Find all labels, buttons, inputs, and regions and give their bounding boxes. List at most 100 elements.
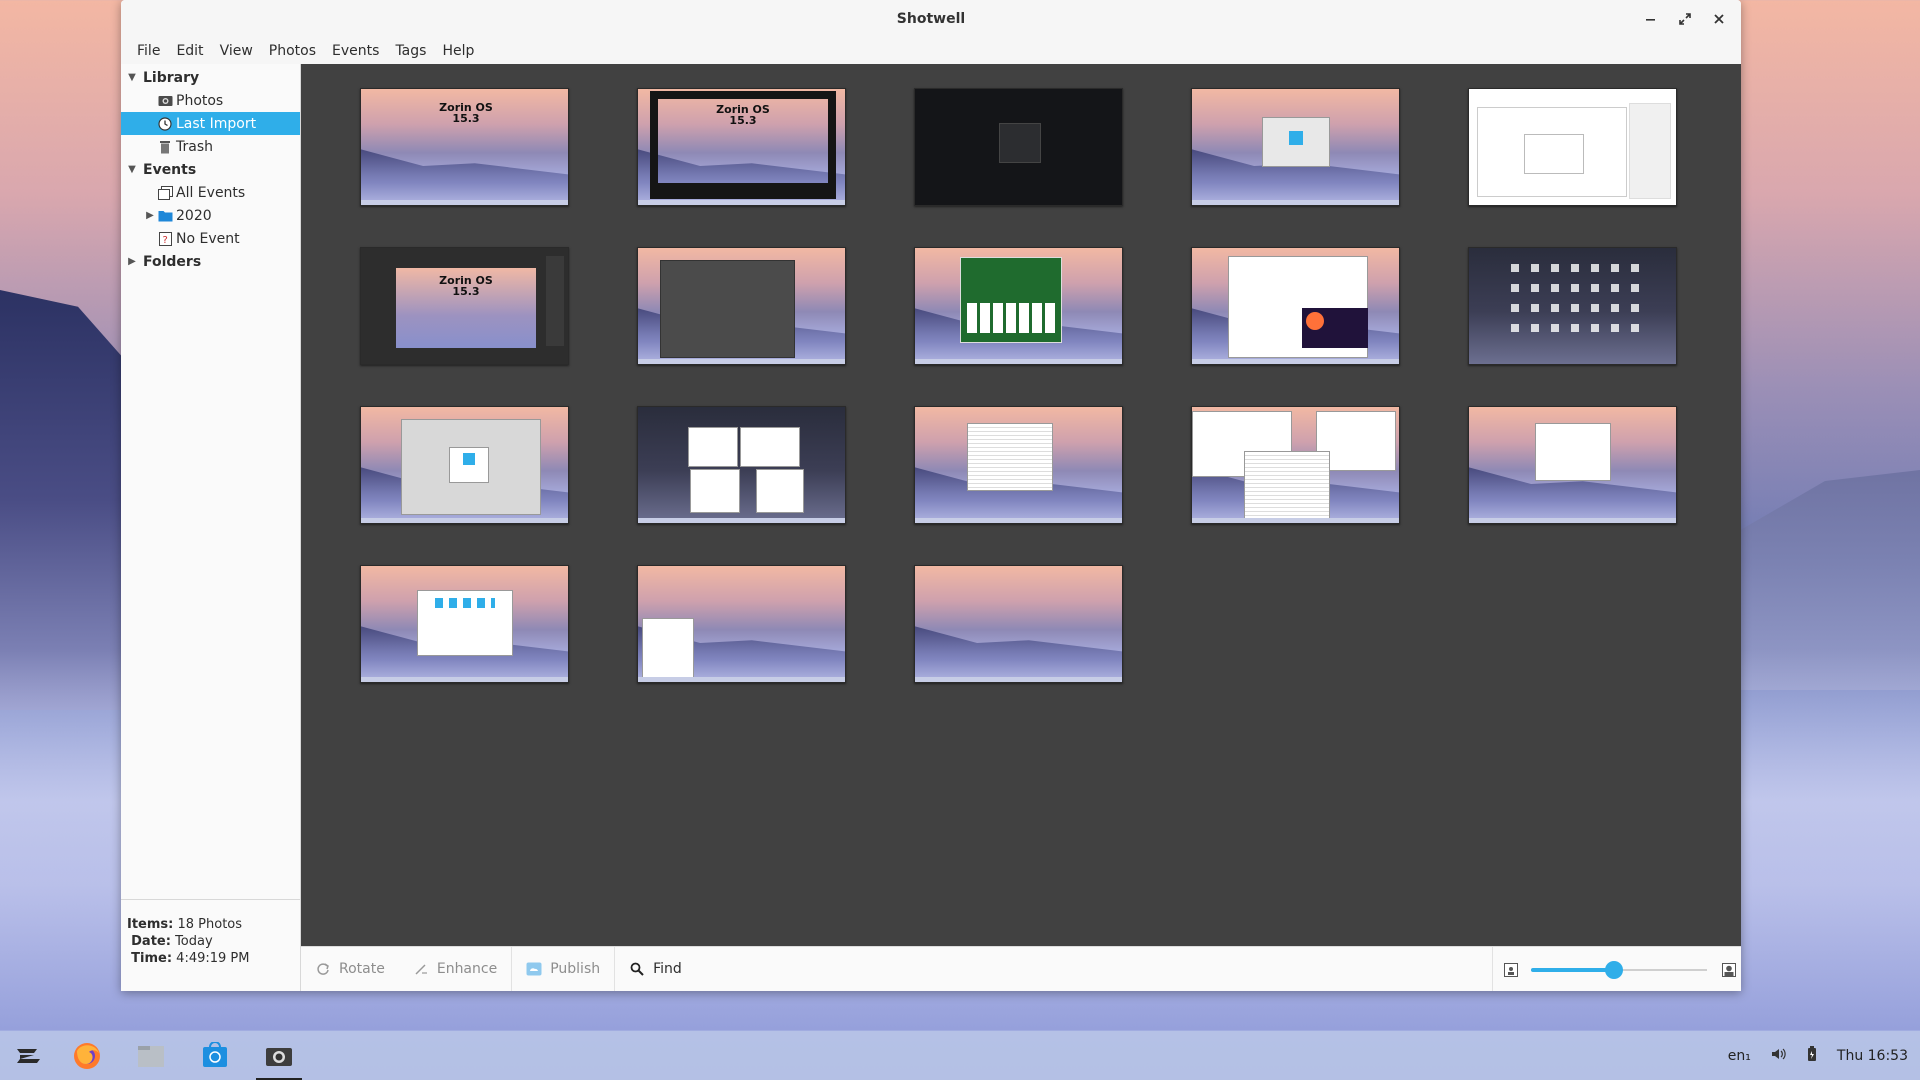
close-icon xyxy=(1714,14,1724,24)
sidebar-events-header[interactable]: ▼ Events xyxy=(121,158,300,181)
find-button[interactable]: Find xyxy=(615,947,696,992)
no-event-icon: ? xyxy=(157,231,173,246)
menu-edit[interactable]: Edit xyxy=(168,43,211,59)
files-icon xyxy=(138,1046,164,1067)
photo-thumbnail[interactable] xyxy=(914,565,1123,683)
photo-thumbnail[interactable] xyxy=(1191,406,1400,524)
shotwell-window: Shotwell File Edit View Photos Events Ta… xyxy=(121,0,1741,991)
menubar: File Edit View Photos Events Tags Help xyxy=(121,38,1741,64)
thumbnail-text: Zorin OS 15.3 xyxy=(439,274,493,298)
photo-thumbnail[interactable] xyxy=(1468,88,1677,206)
sidebar-item-all-events[interactable]: All Events xyxy=(121,181,300,204)
thumbnail-text: Zorin OS 15.3 xyxy=(716,103,770,127)
software-store-icon xyxy=(203,1042,227,1067)
keyboard-layout-indicator[interactable]: en₁ xyxy=(1728,1048,1751,1064)
sidebar-item-2020[interactable]: ▶ 2020 xyxy=(121,204,300,227)
photo-thumbnail[interactable] xyxy=(637,406,846,524)
titlebar[interactable]: Shotwell xyxy=(121,0,1741,38)
shotwell-launcher[interactable] xyxy=(256,1035,302,1080)
photo-thumbnail[interactable] xyxy=(637,247,846,365)
photo-thumbnail[interactable] xyxy=(914,88,1123,206)
info-items-value: 18 Photos xyxy=(177,917,243,932)
firefox-icon xyxy=(74,1043,100,1069)
menu-photos[interactable]: Photos xyxy=(261,43,324,59)
clock-icon xyxy=(157,116,173,131)
files-launcher[interactable] xyxy=(128,1035,174,1077)
photo-thumbnail[interactable]: Zorin OS 15.3 xyxy=(637,88,846,206)
menu-view[interactable]: View xyxy=(212,43,261,59)
sidebar-library-header[interactable]: ▼ Library xyxy=(121,66,300,89)
photo-thumbnail[interactable] xyxy=(914,247,1123,365)
photo-thumbnail[interactable]: Zorin OS 15.3 xyxy=(360,247,569,365)
photo-thumbnail[interactable] xyxy=(1468,247,1677,365)
search-icon xyxy=(629,961,645,977)
firefox-launcher[interactable] xyxy=(64,1035,110,1077)
minimize-icon xyxy=(1646,19,1655,21)
folder-icon xyxy=(157,209,173,223)
menu-tags[interactable]: Tags xyxy=(387,43,434,59)
rotate-button[interactable]: Rotate xyxy=(301,947,399,992)
enhance-label: Enhance xyxy=(436,961,498,977)
zoom-slider-knob[interactable] xyxy=(1604,960,1623,979)
photo-thumbnail[interactable] xyxy=(1191,88,1400,206)
menu-file[interactable]: File xyxy=(129,43,168,59)
sidebar-item-label: 2020 xyxy=(176,207,212,224)
sidebar-item-photos[interactable]: Photos xyxy=(121,89,300,112)
find-label: Find xyxy=(653,961,682,977)
sidebar-item-label: No Event xyxy=(176,230,240,247)
publish-icon xyxy=(526,961,542,977)
system-tray: en₁ Thu 16:53 xyxy=(1728,1031,1920,1080)
expand-arrow-icon[interactable]: ▶ xyxy=(143,210,157,221)
desktop-hill xyxy=(0,290,130,710)
zoom-in-icon[interactable] xyxy=(1721,962,1737,978)
photo-thumbnail[interactable] xyxy=(360,406,569,524)
rotate-icon xyxy=(315,961,331,977)
publish-button[interactable]: Publish xyxy=(512,947,614,992)
maximize-button[interactable] xyxy=(1673,7,1697,31)
clock[interactable]: Thu 16:53 xyxy=(1837,1048,1908,1064)
rotate-label: Rotate xyxy=(339,961,385,977)
close-button[interactable] xyxy=(1707,7,1731,31)
volume-icon[interactable] xyxy=(1771,1047,1787,1065)
expand-arrow-icon[interactable]: ▶ xyxy=(125,256,139,267)
zoom-slider-fill xyxy=(1531,967,1614,972)
photo-thumbnail[interactable] xyxy=(1191,247,1400,365)
zoom-out-icon[interactable] xyxy=(1503,962,1519,978)
zoom-slider[interactable] xyxy=(1531,960,1707,980)
sidebar-item-label: Last Import xyxy=(176,115,257,132)
enhance-button[interactable]: Enhance xyxy=(399,947,511,992)
info-date-key: Date: xyxy=(131,934,171,949)
photo-grid[interactable]: Zorin OS 15.3 Zorin OS 15.3 Zorin OS 15.… xyxy=(301,64,1741,946)
thumbnail-text: Zorin OS 15.3 xyxy=(439,101,493,125)
sidebar-library-label: Library xyxy=(143,69,200,86)
sidebar-item-last-import[interactable]: Last Import xyxy=(121,112,300,135)
photo-thumbnail[interactable] xyxy=(360,565,569,683)
sidebar-events-label: Events xyxy=(143,161,197,178)
zorin-menu-button[interactable] xyxy=(4,1035,50,1077)
photo-thumbnail[interactable] xyxy=(1468,406,1677,524)
events-icon xyxy=(157,185,173,200)
photo-thumbnail[interactable] xyxy=(637,565,846,683)
content: ▼ Library Photos Last Import Trash ▼ Eve… xyxy=(121,64,1741,991)
menu-help[interactable]: Help xyxy=(434,43,482,59)
menu-events[interactable]: Events xyxy=(324,43,387,59)
minimize-button[interactable] xyxy=(1639,7,1663,31)
sidebar-folders-header[interactable]: ▶ Folders xyxy=(121,250,300,273)
taskbar: en₁ Thu 16:53 xyxy=(0,1031,1920,1080)
expand-arrow-icon[interactable]: ▼ xyxy=(125,164,139,175)
bottom-toolbar: Rotate Enhance Publish Find xyxy=(301,946,1741,991)
window-title: Shotwell xyxy=(896,11,966,27)
svg-text:?: ? xyxy=(162,235,167,246)
sidebar-item-no-event[interactable]: ? No Event xyxy=(121,227,300,250)
sidebar-item-trash[interactable]: Trash xyxy=(121,135,300,158)
photo-thumbnail[interactable]: Zorin OS 15.3 xyxy=(360,88,569,206)
battery-icon[interactable] xyxy=(1807,1045,1817,1066)
library-info-panel: Items: 18 Photos Date: Today Time: 4:49:… xyxy=(121,899,300,991)
toolbar-separator xyxy=(1492,947,1493,991)
info-items-key: Items: xyxy=(127,917,174,932)
maximize-icon xyxy=(1679,13,1691,25)
sidebar-item-label: Trash xyxy=(176,138,213,155)
expand-arrow-icon[interactable]: ▼ xyxy=(125,72,139,83)
photo-thumbnail[interactable] xyxy=(914,406,1123,524)
software-launcher[interactable] xyxy=(192,1035,238,1077)
